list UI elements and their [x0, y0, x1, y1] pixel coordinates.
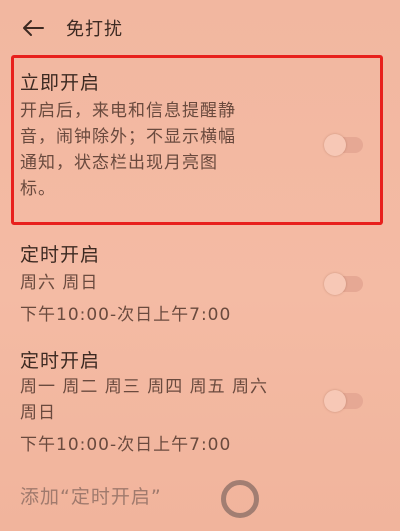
toggle-knob: [324, 273, 346, 295]
schedule-weekend-row[interactable]: 定时开启 周六 周日 下午10:00-次日上午7:00: [0, 232, 400, 332]
arrow-left-icon: [23, 20, 44, 36]
page-title: 免打扰: [66, 19, 123, 40]
schedule-title: 定时开启: [20, 244, 101, 266]
schedule-weekend-toggle[interactable]: [324, 273, 363, 295]
highlight-annotation-box: [11, 55, 383, 225]
header: 免打扰: [0, 0, 400, 56]
home-button[interactable]: [221, 480, 259, 518]
schedule-week-toggle[interactable]: [324, 390, 363, 412]
schedule-days: 周六 周日: [20, 273, 99, 293]
schedule-time: 下午10:00-次日上午7:00: [20, 305, 232, 325]
add-schedule-link[interactable]: 添加“定时开启”: [20, 482, 162, 509]
schedule-time: 下午10:00-次日上午7:00: [20, 435, 232, 455]
back-button[interactable]: [18, 14, 48, 42]
schedule-days: 周一 周二 周三 周四 周五 周六: [20, 377, 269, 397]
schedule-details: 周六 周日 下午10:00-次日上午7:00: [20, 270, 231, 328]
schedule-title: 定时开启: [20, 350, 101, 372]
schedule-details: 周一 周二 周三 周四 周五 周六 周日 下午10:00-次日上午7:00: [20, 374, 268, 458]
toggle-knob: [324, 390, 346, 412]
schedule-week-row[interactable]: 定时开启 周一 周二 周三 周四 周五 周六 周日 下午10:00-次日上午7:…: [0, 338, 400, 468]
screen: 免打扰 立即开启 开启后，来电和信息提醒静 音，闹钟除外；不显示横幅 通知，状态…: [0, 0, 400, 531]
schedule-days: 周日: [20, 403, 56, 423]
